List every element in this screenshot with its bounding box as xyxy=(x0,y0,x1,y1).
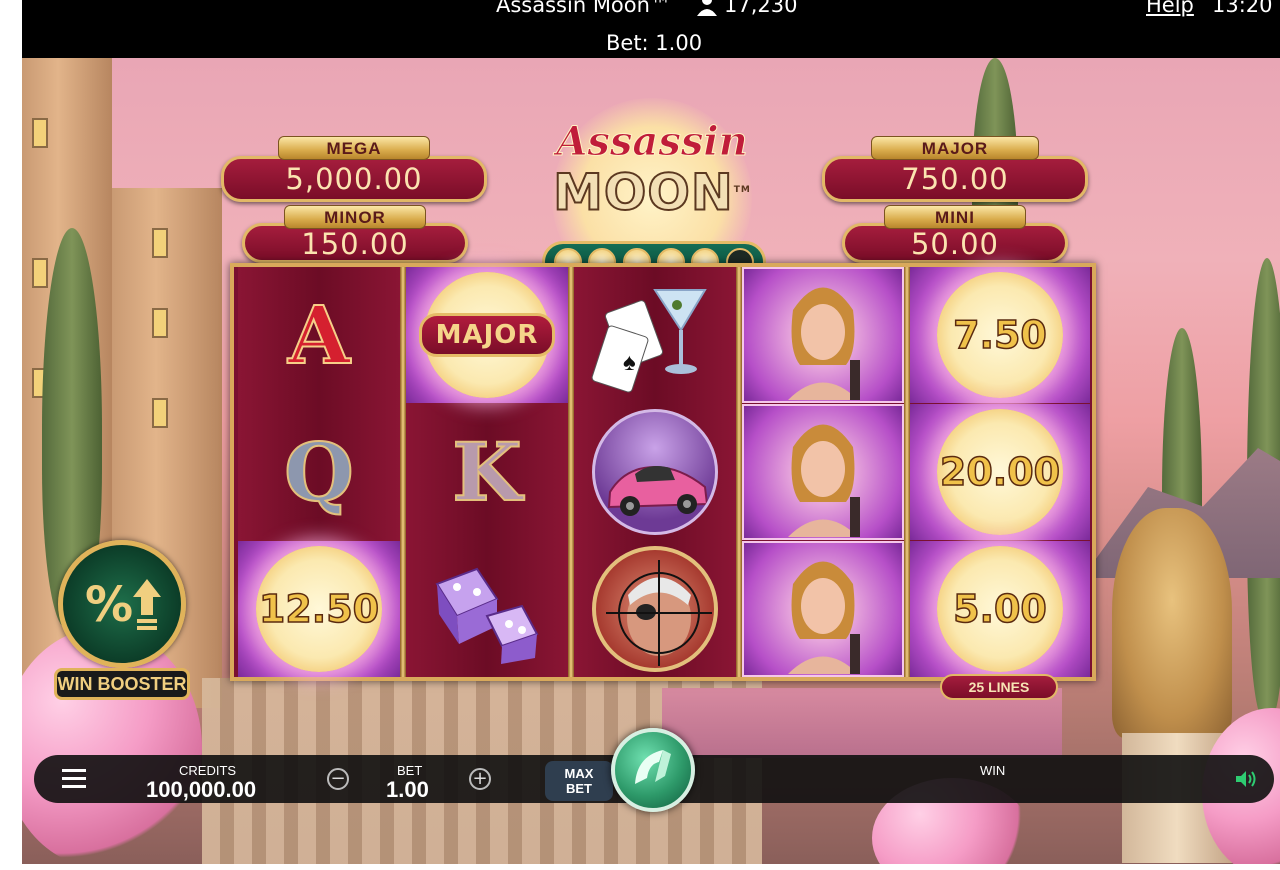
jackpot-mega-label: MEGA xyxy=(278,136,430,160)
lines-badge: 25 LINES xyxy=(940,674,1058,700)
credits-label: CREDITS xyxy=(179,763,237,778)
win-label: WIN xyxy=(980,763,1006,778)
dice-icon xyxy=(406,541,568,677)
assassin-woman-icon xyxy=(742,267,904,403)
jackpot-minor: 150.00 MINOR xyxy=(242,205,468,263)
assassin-woman-icon xyxy=(742,404,904,540)
svg-text:%: % xyxy=(85,577,133,633)
cocktail-cards-icon: ♠ xyxy=(574,267,736,403)
game-scene: Assassin MOONTM 5,000.00 MEGA 150.00 MIN… xyxy=(22,58,1280,864)
bet-decrease-button[interactable]: − xyxy=(327,768,349,790)
bet-display: Bet: 1.00 xyxy=(606,31,703,55)
reel-2: MAJOR K xyxy=(406,267,568,677)
symbol-q: Q xyxy=(283,424,355,520)
reel-1: A Q 12.50 xyxy=(238,267,400,677)
win-booster-label: WIN BOOSTER xyxy=(54,668,190,700)
reel-4 xyxy=(742,267,904,677)
symbol-moon-7-50: 7.50 xyxy=(910,267,1090,403)
game-logo: Assassin MOONTM xyxy=(552,118,752,222)
top-bar: Assassin Moon™ 17,230 Help 13:20 Bet: 1.… xyxy=(22,0,1280,58)
jackpot-mini: 50.00 MINI xyxy=(842,205,1068,263)
bet-value: 1.00 xyxy=(386,777,429,802)
logo-assassin: Assassin xyxy=(556,118,748,165)
jackpot-major-label: MAJOR xyxy=(871,136,1039,160)
sports-car-icon xyxy=(574,404,736,540)
reel-5: 7.50 20.00 5.00 xyxy=(910,267,1090,677)
jackpot-minor-label: MINOR xyxy=(284,205,426,229)
spin-icon xyxy=(635,750,671,784)
win-booster-button[interactable]: % WIN BOOSTER xyxy=(54,540,190,700)
jackpot-major: 750.00 MAJOR xyxy=(822,136,1088,202)
symbol-major-moon: MAJOR xyxy=(406,267,568,403)
max-bet-button[interactable]: MAX BET xyxy=(545,761,613,801)
jackpot-mega: 5,000.00 MEGA xyxy=(221,136,487,202)
speaker-icon[interactable] xyxy=(1234,769,1258,789)
symbol-moon-20-00: 20.00 xyxy=(910,404,1090,540)
symbol-k: K xyxy=(451,424,523,520)
jackpot-mega-value: 5,000.00 xyxy=(221,156,487,202)
svg-text:♠: ♠ xyxy=(623,349,636,376)
credits-value: 100,000.00 xyxy=(146,777,257,802)
player-count: 17,230 xyxy=(724,0,798,17)
percent-up-icon: % xyxy=(58,540,186,668)
assassin-target-icon xyxy=(574,541,736,677)
jackpot-mini-label: MINI xyxy=(884,205,1026,229)
clock: 13:20 xyxy=(1212,0,1273,17)
reels-frame: A Q 12.50 MAJOR K ♠ 7.50 20.00 5.00 xyxy=(230,263,1096,681)
bet-increase-button[interactable]: + xyxy=(469,768,491,790)
player-icon xyxy=(696,0,718,16)
symbol-moon-12-50: 12.50 xyxy=(238,541,400,677)
game-title: Assassin Moon™ xyxy=(496,0,671,17)
hamburger-menu-icon[interactable] xyxy=(62,769,86,789)
symbol-moon-5-00: 5.00 xyxy=(910,541,1090,677)
reel-3: ♠ xyxy=(574,267,736,677)
help-link[interactable]: Help xyxy=(1146,0,1194,16)
symbol-a: A xyxy=(287,287,351,383)
lion-statue xyxy=(1112,508,1232,738)
jackpot-major-value: 750.00 xyxy=(822,156,1088,202)
assassin-woman-icon xyxy=(742,541,904,677)
spin-button[interactable] xyxy=(611,728,695,812)
logo-moon: MOONTM xyxy=(552,163,751,222)
bet-label: BET xyxy=(397,763,423,778)
major-badge: MAJOR xyxy=(418,313,556,357)
